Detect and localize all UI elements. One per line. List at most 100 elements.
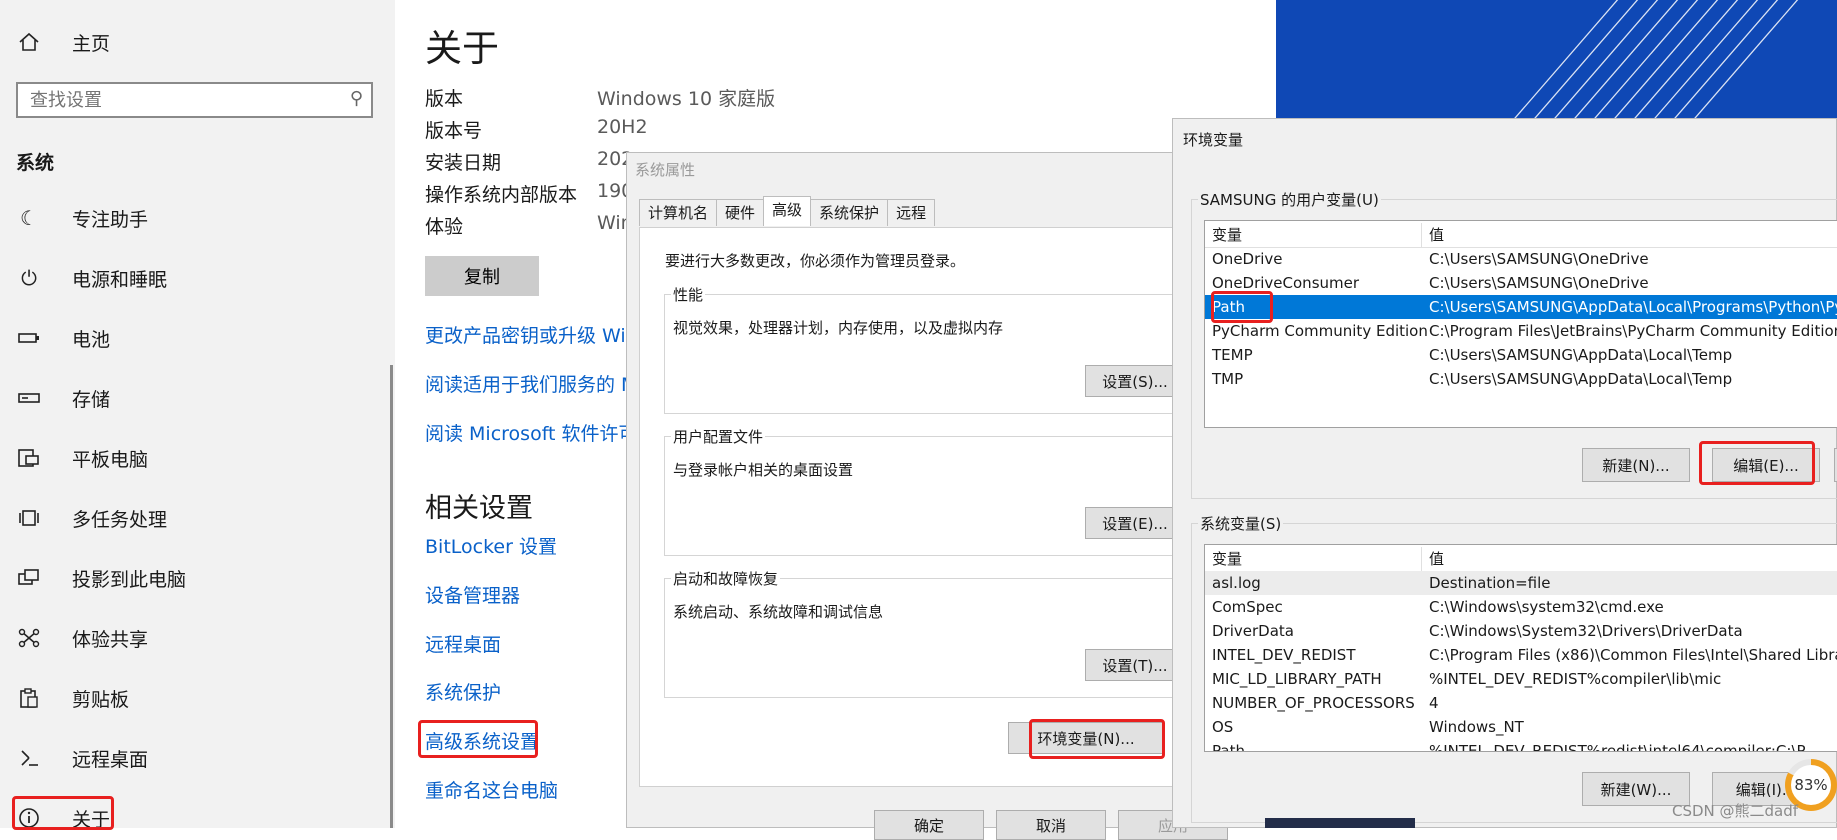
sidebar-item-focus-assist[interactable]: ☾ 专注助手 <box>16 198 376 238</box>
var-name: ComSpec <box>1212 598 1283 616</box>
table-row[interactable]: DriverData C:\Windows\System32\Drivers\D… <box>1205 619 1837 643</box>
user-new-button[interactable]: 新建(N)... <box>1582 448 1690 482</box>
copy-button[interactable]: 复制 <box>425 256 539 296</box>
table-row[interactable]: PyCharm Community Edition C:\Program Fil… <box>1205 319 1837 343</box>
power-icon: ⏻ <box>21 266 37 290</box>
search-input[interactable] <box>18 84 342 116</box>
startup-recovery-settings-button[interactable]: 设置(T)... <box>1085 649 1185 681</box>
storage-icon <box>16 385 42 411</box>
moon-icon: ☾ <box>20 206 38 230</box>
var-name: MIC_LD_LIBRARY_PATH <box>1212 670 1382 688</box>
home-nav-item[interactable]: 主页 <box>16 26 110 58</box>
table-header: 变量 值 <box>1205 223 1837 248</box>
sidebar-item-shared-experiences[interactable]: 体验共享 <box>16 618 376 658</box>
group-legend: 系统变量(S) <box>1198 513 1284 534</box>
user-variables-table[interactable]: 变量 值 OneDrive C:\Users\SAMSUNG\OneDrive … <box>1204 220 1837 428</box>
table-row-selected[interactable]: Path C:\Users\SAMSUNG\AppData\Local\Prog… <box>1205 295 1837 319</box>
sidebar-item-label: 投影到此电脑 <box>72 568 187 591</box>
table-row[interactable]: INTEL_DEV_REDIST C:\Program Files (x86)\… <box>1205 643 1837 667</box>
sidebar-item-storage[interactable]: 存储 <box>16 378 376 418</box>
spec-label: 安装日期 <box>425 152 502 174</box>
table-row[interactable]: asl.log Destination=file <box>1205 571 1837 595</box>
sidebar-item-label: 多任务处理 <box>72 508 168 531</box>
bitlocker-link[interactable]: BitLocker 设置 <box>425 532 557 559</box>
admin-note: 要进行大多数更改，你必须作为管理员登录。 <box>665 252 966 270</box>
performance-settings-button[interactable]: 设置(S)... <box>1085 365 1185 397</box>
group-description: 与登录帐户相关的桌面设置 <box>673 461 854 479</box>
table-row[interactable]: OneDriveConsumer C:\Users\SAMSUNG\OneDri… <box>1205 271 1837 295</box>
user-profiles-group: 用户配置文件 与登录帐户相关的桌面设置 设置(E)... <box>664 426 1185 556</box>
var-name: OS <box>1212 718 1234 736</box>
table-row[interactable]: TEMP C:\Users\SAMSUNG\AppData\Local\Temp <box>1205 343 1837 367</box>
var-value: Destination=file <box>1429 574 1551 592</box>
cancel-button[interactable]: 取消 <box>996 810 1106 840</box>
var-value: C:\Users\SAMSUNG\AppData\Local\Temp <box>1429 346 1733 364</box>
sidebar-item-label: 电源和睡眠 <box>72 268 168 291</box>
var-value: C:\Windows\System32\Drivers\DriverData <box>1429 622 1743 640</box>
sidebar-item-multitasking[interactable]: 多任务处理 <box>16 498 376 538</box>
var-name: DriverData <box>1212 622 1294 640</box>
license-terms-link[interactable]: 阅读 Microsoft 软件许可条 <box>425 419 657 446</box>
search-box[interactable]: ⚲ <box>16 82 373 118</box>
var-name: TMP <box>1212 370 1244 388</box>
tab-computer-name[interactable]: 计算机名 <box>639 199 718 226</box>
remote-icon <box>16 745 42 771</box>
table-header: 变量 值 <box>1205 547 1837 572</box>
table-row[interactable]: ComSpec C:\Windows\system32\cmd.exe <box>1205 595 1837 619</box>
table-row[interactable]: NUMBER_OF_PROCESSORS 4 <box>1205 691 1837 715</box>
multitask-icon <box>16 505 42 531</box>
tablet-icon <box>16 445 42 471</box>
highlight-advanced-settings <box>418 720 538 758</box>
table-row[interactable]: OneDrive C:\Users\SAMSUNG\OneDrive <box>1205 247 1837 271</box>
group-legend: 启动和故障恢复 <box>671 568 781 589</box>
sidebar-item-clipboard[interactable]: 剪贴板 <box>16 678 376 718</box>
table-row[interactable]: TMP C:\Users\SAMSUNG\AppData\Local\Temp <box>1205 367 1837 391</box>
tab-hardware[interactable]: 硬件 <box>716 199 765 226</box>
sidebar-scrollbar[interactable] <box>390 365 393 828</box>
project-icon <box>16 565 42 591</box>
services-agreement-link[interactable]: 阅读适用于我们服务的 Mi <box>425 370 643 397</box>
sidebar-item-project[interactable]: 投影到此电脑 <box>16 558 376 598</box>
dialog-title: 系统属性 <box>635 161 696 179</box>
var-name: Path <box>1212 742 1245 752</box>
table-row[interactable]: MIC_LD_LIBRARY_PATH %INTEL_DEV_REDIST%co… <box>1205 667 1837 691</box>
sidebar-item-power-sleep[interactable]: ⏻ 电源和睡眠 <box>16 258 376 298</box>
var-value: Windows_NT <box>1429 718 1524 736</box>
home-label: 主页 <box>72 32 111 55</box>
ok-button[interactable]: 确定 <box>874 810 984 840</box>
page-title: 关于 <box>425 27 499 70</box>
system-variables-group: 系统变量(S) 变量 值 asl.log Destination=file Co… <box>1191 513 1837 823</box>
tab-remote[interactable]: 远程 <box>887 199 936 226</box>
var-name: TEMP <box>1212 346 1253 364</box>
group-description: 系统启动、系统故障和调试信息 <box>673 603 884 621</box>
var-value: C:\Windows\system32\cmd.exe <box>1429 598 1664 616</box>
remote-desktop-link[interactable]: 远程桌面 <box>425 630 501 657</box>
device-manager-link[interactable]: 设备管理器 <box>425 581 520 608</box>
sidebar-item-remote-desktop[interactable]: 远程桌面 <box>16 738 376 778</box>
table-row[interactable]: Path %INTEL_DEV_REDIST%redist\intel64\co… <box>1205 739 1837 752</box>
sidebar-item-battery[interactable]: 电池 <box>16 318 376 358</box>
system-protection-link[interactable]: 系统保护 <box>425 678 501 705</box>
sidebar-item-label: 存储 <box>72 388 111 411</box>
system-properties-dialog: 系统属性 计算机名 硬件 高级 系统保护 远程 要进行大多数更改，你必须作为管理… <box>626 152 1228 840</box>
var-value: %INTEL_DEV_REDIST%redist\intel64\compile… <box>1429 742 1806 752</box>
rename-pc-link[interactable]: 重命名这台电脑 <box>425 776 558 803</box>
user-profiles-settings-button[interactable]: 设置(E)... <box>1085 507 1185 539</box>
highlight-edit-button <box>1699 441 1815 485</box>
var-value: C:\Program Files (x86)\Common Files\Inte… <box>1429 646 1837 664</box>
var-value: C:\Users\SAMSUNG\OneDrive <box>1429 274 1649 292</box>
sidebar-item-tablet[interactable]: 平板电脑 <box>16 438 376 478</box>
tab-system-protection[interactable]: 系统保护 <box>810 199 889 226</box>
table-row[interactable]: OS Windows_NT <box>1205 715 1837 739</box>
system-variables-table[interactable]: 变量 值 asl.log Destination=file ComSpec C:… <box>1204 544 1837 752</box>
related-settings-title: 相关设置 <box>425 493 533 524</box>
search-icon[interactable]: ⚲ <box>350 88 363 109</box>
tab-advanced[interactable]: 高级 <box>763 196 812 226</box>
highlight-env-button <box>1029 719 1165 759</box>
sidebar-item-label: 电池 <box>72 328 111 351</box>
spec-label: 操作系统内部版本 <box>425 184 578 206</box>
desktop-background <box>1276 0 1837 130</box>
var-value: %INTEL_DEV_REDIST%compiler\lib\mic <box>1429 670 1722 688</box>
sidebar-item-label: 剪贴板 <box>72 688 130 711</box>
spec-value: Windows 10 家庭版 <box>597 88 776 110</box>
